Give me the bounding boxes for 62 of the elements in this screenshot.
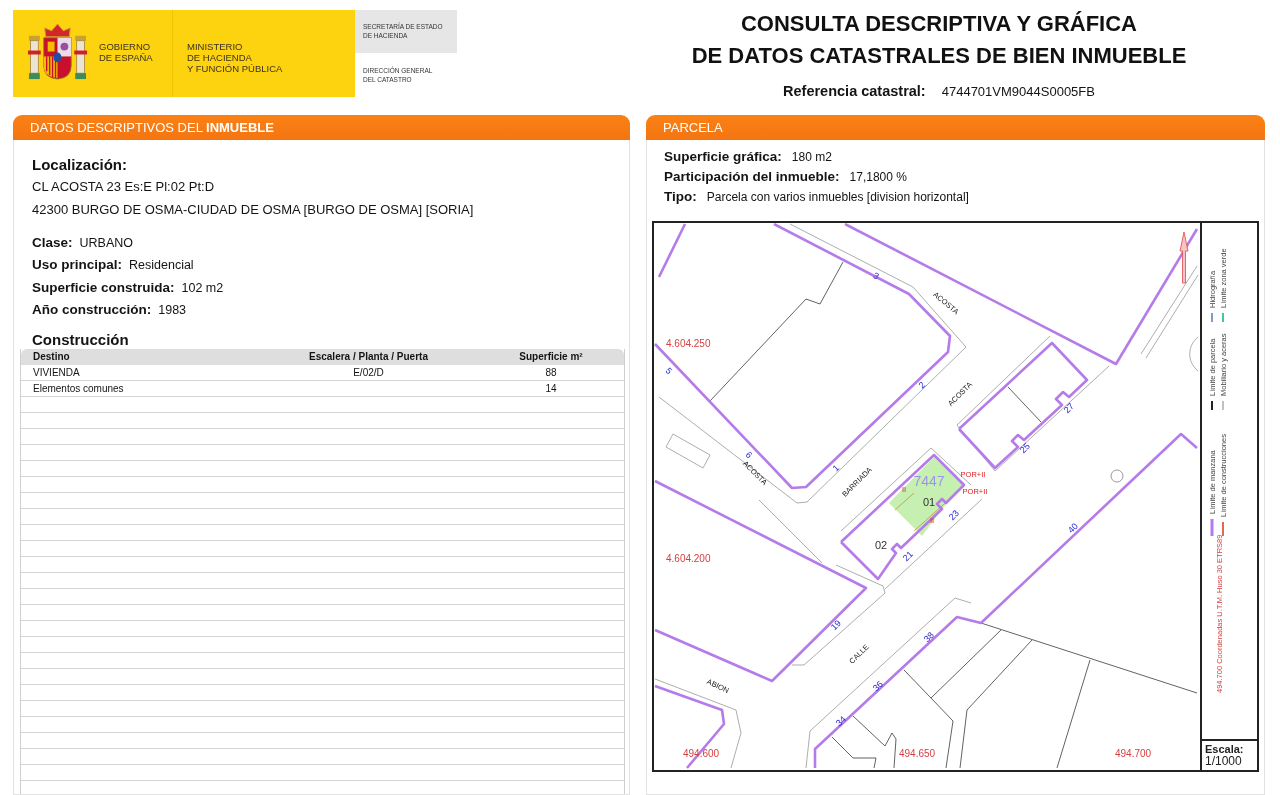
table-cell-text: 14 (544, 382, 558, 397)
house-number: 1 (830, 462, 842, 474)
section-header: DATOS DESCRIPTIVOS DEL INMUEBLE (13, 115, 630, 140)
north-arrow-icon (1179, 231, 1189, 284)
house-number: 36 (870, 678, 886, 694)
government-label: GOBIERNO DE ESPAÑA (99, 41, 154, 63)
house-number: 3 (871, 270, 881, 282)
column-header: Destino (32, 350, 71, 365)
field-label: Uso principal: (32, 256, 122, 275)
field-value: Residencial (129, 257, 194, 275)
field-value: 1983 (158, 301, 187, 319)
house-number: 27 (1061, 400, 1077, 416)
column-header: Superficie m² (518, 350, 584, 365)
circle-icon (1110, 469, 1124, 483)
document-title: CONSULTA DESCRIPTIVA Y GRÁFICA DE DATOS CATASTRALES DE BIEN INMUEBLE (690, 10, 1188, 70)
house-number: 2 (916, 379, 928, 391)
table-cell-text: 88 (544, 366, 558, 381)
coordinate-label: 494.650 (899, 747, 936, 759)
house-number: 21 (900, 548, 916, 564)
table-title: Construcción (32, 331, 130, 350)
field-label: Año construcción: (32, 300, 152, 319)
field-value: URBANO (79, 235, 133, 252)
coat-of-arms-icon (27, 22, 88, 83)
scale-value: 1/1000 (1205, 755, 1243, 768)
scale-label: Escala: (1205, 743, 1245, 755)
address-line: 42300 BURGO DE OSMA-CIUDAD DE OSMA [BURGO DE OSMA] [SORIA] (32, 201, 475, 219)
parcel-reference: 7447 (913, 473, 945, 489)
house-number: 19 (828, 617, 844, 633)
coordinate-label: 4.604.250 (666, 337, 711, 349)
unit-number: 01 (922, 496, 936, 508)
field-value: Parcela con varios inmuebles [division horizontal] (706, 189, 969, 206)
house-number: 34 (833, 713, 849, 729)
field-value: 180 m2 (791, 149, 832, 166)
field-label: Participación del inmueble: (664, 168, 840, 186)
coordinate-label: 494.700 (1115, 747, 1152, 759)
section-header: PARCELA (646, 115, 1265, 140)
house-number: 25 (1017, 440, 1033, 456)
column-header: Escalera / Planta / Puerta (308, 350, 429, 365)
reference-label: Referencia catastral: (783, 82, 926, 101)
unit-number: 02 (874, 539, 888, 551)
ministry-label: MINISTERIO DE HACIENDA Y FUNCIÓN PÚBLICA (187, 41, 283, 74)
field-label: Superficie construida: (32, 278, 175, 297)
house-number: 38 (921, 629, 937, 645)
field-label: Tipo: (664, 188, 697, 206)
location-heading: Localización: (32, 156, 129, 174)
table-cell-text: E/02/D (352, 366, 385, 381)
field-label: Clase: (32, 234, 73, 252)
house-number: 40 (1065, 520, 1081, 536)
field-value: 102 m2 (181, 279, 224, 297)
house-number: 23 (946, 507, 962, 523)
table-cell-text: Elementos comunes (32, 382, 125, 397)
table-cell-text: VIVIENDA (32, 366, 81, 381)
address-line: CL ACOSTA 23 Es:E Pl:02 Pt:D (32, 178, 216, 196)
reference-value: 4744701VM9044S0005FB (941, 83, 1095, 101)
house-number: 5 (663, 365, 675, 377)
field-label: Superficie gráfica: (664, 148, 782, 166)
house-number: 6 (743, 449, 755, 461)
parcel-line (1007, 386, 1042, 423)
rectangle-outline (665, 433, 711, 469)
curb-line (1189, 336, 1199, 372)
coordinate-label: 4.604.200 (666, 552, 711, 564)
field-value: 17,1800 % (849, 169, 907, 186)
